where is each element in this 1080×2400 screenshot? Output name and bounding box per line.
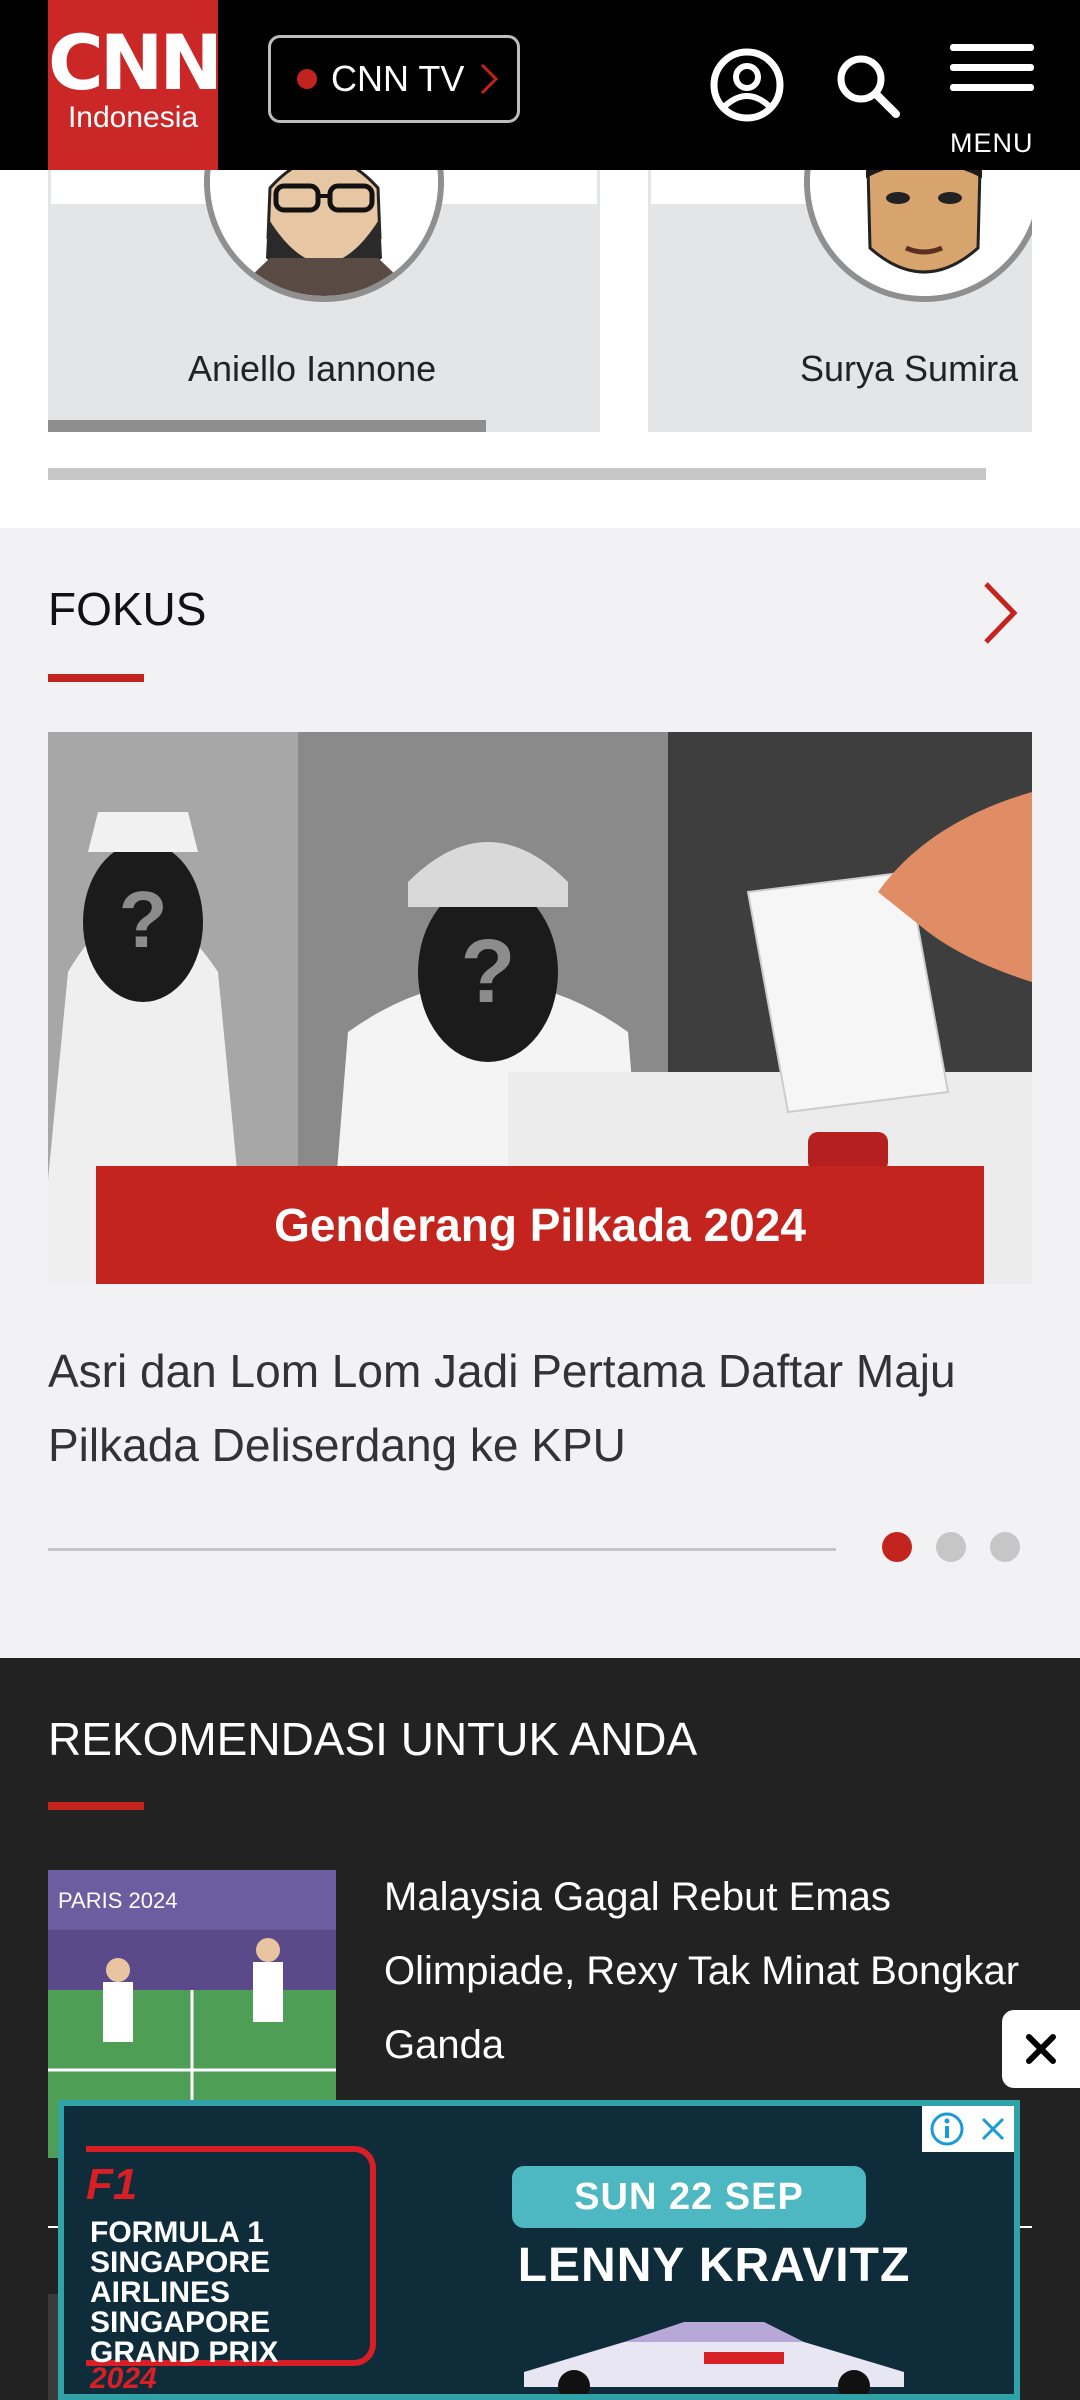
pagination-dot[interactable] — [990, 1532, 1020, 1562]
fokus-divider — [48, 1548, 836, 1551]
columnist-carousel[interactable]: Aniello Iannone Surya Sumira — [0, 170, 1080, 528]
ad-info-icon[interactable] — [929, 2111, 965, 2147]
user-account-icon[interactable] — [708, 46, 786, 124]
live-dot-icon — [297, 69, 317, 89]
ad-event-date: SUN 22 SEP — [512, 2166, 866, 2228]
columnist-portrait-image — [810, 170, 1032, 296]
thumb-overlay-text: PARIS 2024 — [58, 1888, 177, 1913]
rekomendasi-title-underline — [48, 1802, 144, 1810]
columnist-card[interactable]: Surya Sumira — [648, 170, 1032, 432]
pagination-dot[interactable] — [936, 1532, 966, 1562]
cnn-tv-button[interactable]: CNN TV — [268, 35, 520, 123]
fokus-more-chevron-icon[interactable] — [980, 580, 1020, 646]
columnist-avatar — [804, 170, 1032, 302]
f1-logo-block: F1 FORMULA 1 SINGAPORE AIRLINES SINGAPOR… — [86, 2146, 376, 2394]
ad-line: SINGAPORE — [90, 2246, 271, 2279]
columnist-portrait-image — [210, 170, 438, 296]
fokus-headline-link[interactable]: Asri dan Lom Lom Jadi Pertama Daftar Maj… — [48, 1334, 1008, 1482]
race-car-image — [524, 2322, 904, 2394]
advertisement-banner[interactable]: F1 FORMULA 1 SINGAPORE AIRLINES SINGAPOR… — [58, 2100, 1020, 2400]
hamburger-menu-icon[interactable] — [950, 42, 1034, 94]
card-accent-bar — [48, 420, 486, 432]
search-icon[interactable] — [834, 52, 902, 120]
f1-brand-text: F1 — [86, 2160, 138, 2209]
rekomendasi-section-title: REKOMENDASI UNTUK ANDA — [48, 1713, 698, 1765]
columnist-card[interactable]: Aniello Iannone — [48, 170, 600, 432]
columnist-name: Surya Sumira — [800, 348, 1019, 389]
svg-text:?: ? — [461, 922, 516, 1022]
close-icon — [1026, 2034, 1056, 2064]
carousel-scrollbar[interactable] — [48, 468, 986, 480]
menu-label[interactable]: MENU — [950, 128, 1034, 159]
columnist-name: Aniello Iannone — [188, 348, 437, 389]
ad-line: SINGAPORE — [90, 2306, 271, 2339]
svg-text:?: ? — [119, 875, 168, 964]
ad-artist-name: LENNY KRAVITZ — [517, 2239, 911, 2292]
logo-main-text: CNN — [48, 18, 223, 107]
ad-info-controls — [922, 2106, 1014, 2152]
ad-line: FORMULA 1 — [90, 2216, 264, 2249]
close-ad-button[interactable] — [1002, 2010, 1080, 2088]
pagination-dot-active[interactable] — [882, 1532, 912, 1562]
page: CNN Indonesia CNN TV MENU Aniello Iannon… — [0, 0, 1080, 2400]
columnist-avatar — [204, 170, 444, 302]
cnn-indonesia-logo[interactable]: CNN Indonesia — [48, 0, 223, 170]
ad-year: 2024 — [90, 2362, 157, 2395]
logo-sub-text: Indonesia — [67, 101, 199, 134]
top-header: CNN Indonesia CNN TV MENU — [0, 0, 1080, 170]
cnn-tv-label: CNN TV — [331, 58, 465, 99]
fokus-section-title: FOKUS — [48, 583, 207, 635]
fokus-banner-label[interactable]: Genderang Pilkada 2024 — [96, 1166, 984, 1284]
fokus-title-underline — [48, 674, 144, 682]
ad-close-icon[interactable] — [978, 2114, 1008, 2144]
article-title-link[interactable]: Malaysia Gagal Rebut Emas Olimpiade, Rex… — [384, 1860, 1024, 2082]
ad-line: AIRLINES — [90, 2276, 231, 2309]
chevron-right-icon — [481, 63, 499, 95]
fokus-section: FOKUS ? ? Genderang Pilkada 2024 Asri da… — [0, 528, 1080, 1658]
